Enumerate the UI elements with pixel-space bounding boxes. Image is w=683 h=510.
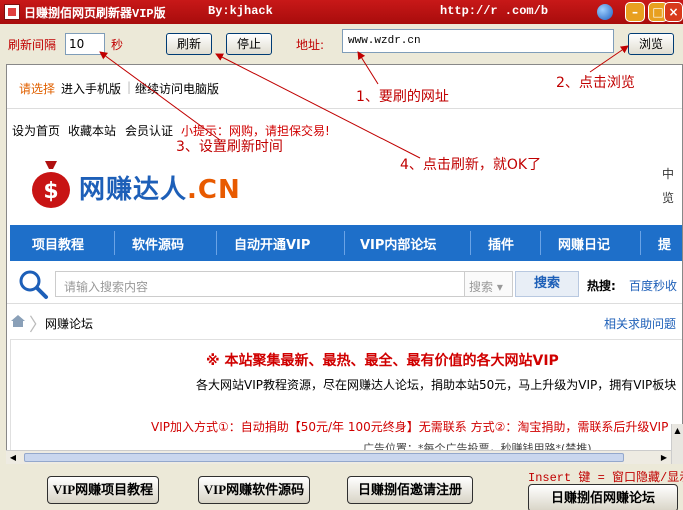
url-input[interactable] bbox=[342, 29, 614, 53]
nav-item-diary[interactable]: 网赚日记 bbox=[558, 234, 610, 253]
choose-label: 请选择 bbox=[19, 82, 56, 96]
hot-item-link[interactable]: 百度秒收 bbox=[629, 277, 677, 294]
nav-item-tutorials[interactable]: 项目教程 bbox=[32, 234, 84, 253]
set-homepage-link[interactable]: 设为首页 bbox=[12, 122, 60, 139]
browser-viewport[interactable]: 请选择 进入手机版 | 继续访问电脑版 设为首页 收藏本站 会员认证 小提示：网… bbox=[6, 64, 683, 464]
nav-item-more[interactable]: 提 bbox=[658, 234, 671, 253]
vip-tutorials-button[interactable]: VIP网赚项目教程 bbox=[47, 476, 159, 504]
search-type-select[interactable]: 搜索 ▾ bbox=[465, 271, 513, 297]
interval-unit: 秒 bbox=[111, 38, 124, 52]
related-link[interactable]: 相关求助问题 bbox=[604, 315, 676, 332]
logo-suffix: .CN bbox=[187, 175, 241, 205]
horizontal-scrollbar[interactable]: ◀ ▶ bbox=[6, 450, 671, 464]
title-url: http://r .com/b bbox=[440, 4, 549, 18]
bookmark-link[interactable]: 收藏本站 bbox=[68, 122, 116, 139]
site-nav: 项目教程 软件源码 自动开通VIP VIP内部论坛 插件 网赚日记 提 bbox=[10, 225, 682, 261]
money-bag-icon: $ bbox=[32, 161, 70, 208]
desktop-link[interactable]: 继续访问电脑版 bbox=[135, 80, 219, 97]
vertical-scrollbar[interactable]: ▲ bbox=[671, 424, 683, 464]
headline: ※ 本站聚集最新、最热、最全、最有价值的各大网站VIP bbox=[206, 353, 559, 369]
content-box: ※ 本站聚集最新、最热、最全、最有价值的各大网站VIP 各大网站VIP教程资源，… bbox=[10, 339, 682, 463]
link-separator: | bbox=[127, 80, 132, 94]
site-logo[interactable]: 网赚达人.CN bbox=[79, 169, 241, 206]
search-button[interactable]: 搜索 bbox=[515, 271, 579, 297]
divider bbox=[7, 108, 682, 109]
edge-text-2: 览 bbox=[662, 191, 675, 205]
stop-button[interactable]: 停止 bbox=[226, 33, 272, 55]
close-button[interactable]: × bbox=[664, 2, 683, 22]
nav-item-auto-vip[interactable]: 自动开通VIP bbox=[234, 234, 310, 253]
tip-text: 小提示：网购，请担保交易! bbox=[181, 124, 330, 138]
nav-separator bbox=[114, 231, 115, 255]
nav-item-vip-forum[interactable]: VIP内部论坛 bbox=[360, 234, 436, 253]
scroll-up-arrow-icon[interactable]: ▲ bbox=[672, 424, 683, 438]
app-title: 日赚捌佰网页刷新器VIP版 bbox=[24, 7, 166, 21]
title-bar: 日赚捌佰网页刷新器VIP版 By:kjhack http://r .com/b … bbox=[0, 0, 683, 24]
vip-join-line: VIP加入方式①：自动捐助【50元/年 100元终身】无需联系 方式②：淘宝捐助… bbox=[151, 420, 669, 434]
nav-separator bbox=[470, 231, 471, 255]
nav-separator bbox=[216, 231, 217, 255]
member-verify-link[interactable]: 会员认证 bbox=[125, 122, 173, 139]
scroll-thumb[interactable] bbox=[24, 453, 624, 462]
edge-text: 中 bbox=[662, 167, 675, 181]
interval-input[interactable] bbox=[65, 33, 105, 55]
nav-separator bbox=[344, 231, 345, 255]
search-select-label: 搜索 bbox=[469, 280, 494, 294]
divider bbox=[7, 303, 682, 304]
scroll-right-arrow-icon[interactable]: ▶ bbox=[657, 451, 671, 464]
hot-label: 热搜: bbox=[587, 279, 616, 293]
search-icon bbox=[19, 270, 48, 299]
browse-button[interactable]: 浏览 bbox=[628, 33, 674, 55]
nav-separator bbox=[640, 231, 641, 255]
app-author: By:kjhack bbox=[208, 4, 273, 18]
breadcrumb[interactable]: 网赚论坛 bbox=[45, 315, 93, 332]
scroll-left-arrow-icon[interactable]: ◀ bbox=[6, 451, 20, 464]
subline: 各大网站VIP教程资源，尽在网赚达人论坛，捐助本站50元，马上升级为VIP，拥有… bbox=[196, 378, 677, 392]
url-label: 地址: bbox=[296, 38, 325, 52]
logo-main: 网赚达人 bbox=[79, 175, 188, 205]
svg-text:$: $ bbox=[43, 179, 58, 204]
minimize-button[interactable]: – bbox=[625, 2, 645, 22]
hotkey-hint: Insert 键 = 窗口隐藏/显示 bbox=[528, 471, 683, 485]
interval-label: 刷新间隔 bbox=[8, 38, 57, 52]
globe-icon bbox=[597, 4, 613, 20]
forum-button[interactable]: 日赚捌佰网赚论坛 bbox=[528, 484, 678, 510]
refresh-button[interactable]: 刷新 bbox=[166, 33, 212, 55]
nav-item-source[interactable]: 软件源码 bbox=[132, 234, 184, 253]
app-icon bbox=[4, 4, 20, 20]
home-icon[interactable] bbox=[11, 315, 25, 327]
search-input[interactable]: 请输入搜索内容 bbox=[55, 271, 465, 297]
mobile-link[interactable]: 进入手机版 bbox=[61, 80, 121, 97]
invite-register-button[interactable]: 日赚捌佰邀请注册 bbox=[347, 476, 473, 504]
vip-source-button[interactable]: VIP网赚软件源码 bbox=[198, 476, 310, 504]
nav-separator bbox=[540, 231, 541, 255]
toolbar: 刷新间隔 秒 刷新 停止 地址: 浏览 bbox=[0, 24, 683, 64]
nav-item-plugins[interactable]: 插件 bbox=[488, 234, 514, 253]
